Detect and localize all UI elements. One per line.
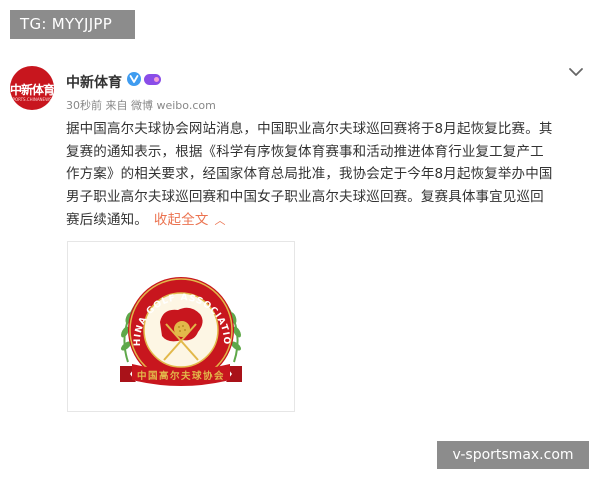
collapse-arrow-icon[interactable]: ︿ bbox=[215, 214, 226, 227]
account-name[interactable]: 中新体育 bbox=[66, 72, 122, 92]
avatar[interactable]: 中新体育 SPORTS.CHINANEWS.COM bbox=[10, 66, 54, 110]
golf-association-logo: CHINA GOLF ASSOCIATION 中国高尔夫球协会 bbox=[68, 242, 242, 386]
collapse-link[interactable]: 收起全文 bbox=[154, 212, 209, 228]
chevron-down-icon[interactable] bbox=[568, 66, 584, 78]
post-meta: 30秒前 来自 微博 weibo.com bbox=[66, 99, 216, 112]
vip-icon[interactable] bbox=[144, 74, 161, 85]
post-body: 据中国高尔夫球协会网站消息，中国职业高尔夫球巡回赛将于8月起恢复比赛。其 复赛的… bbox=[66, 118, 584, 233]
logo-banner-text: 中国高尔夫球协会 bbox=[137, 370, 225, 382]
post-line: 据中国高尔夫球协会网站消息，中国职业高尔夫球巡回赛将于8月起恢复比赛。其 bbox=[66, 121, 553, 137]
post-line: 复赛的通知表示，根据《科学有序恢复体育赛事和活动推进体育行业复工复产工 bbox=[66, 143, 544, 160]
avatar-logo-subtext: SPORTS.CHINANEWS.COM bbox=[10, 97, 54, 102]
watermark: v-sportsmax.com bbox=[437, 441, 589, 469]
post-line: 作方案》的相关要求，经国家体育总局批准，我协会定于今年8月起恢复举办中国 bbox=[66, 166, 553, 183]
verified-icon bbox=[127, 72, 141, 86]
post-line-last: 赛后续通知。 收起全文 ︿ bbox=[66, 209, 584, 233]
post-line: 赛后续通知。 bbox=[66, 211, 148, 228]
tg-tag: TG: MYYJJPP bbox=[10, 10, 135, 39]
post-image[interactable]: CHINA GOLF ASSOCIATION 中国高尔夫球协会 bbox=[67, 241, 295, 412]
post-line: 男子职业高尔夫球巡回赛和中国女子职业高尔夫球巡回赛。复赛具体事宜见巡回 bbox=[66, 189, 544, 206]
avatar-logo-text: 中新体育 bbox=[10, 83, 54, 97]
